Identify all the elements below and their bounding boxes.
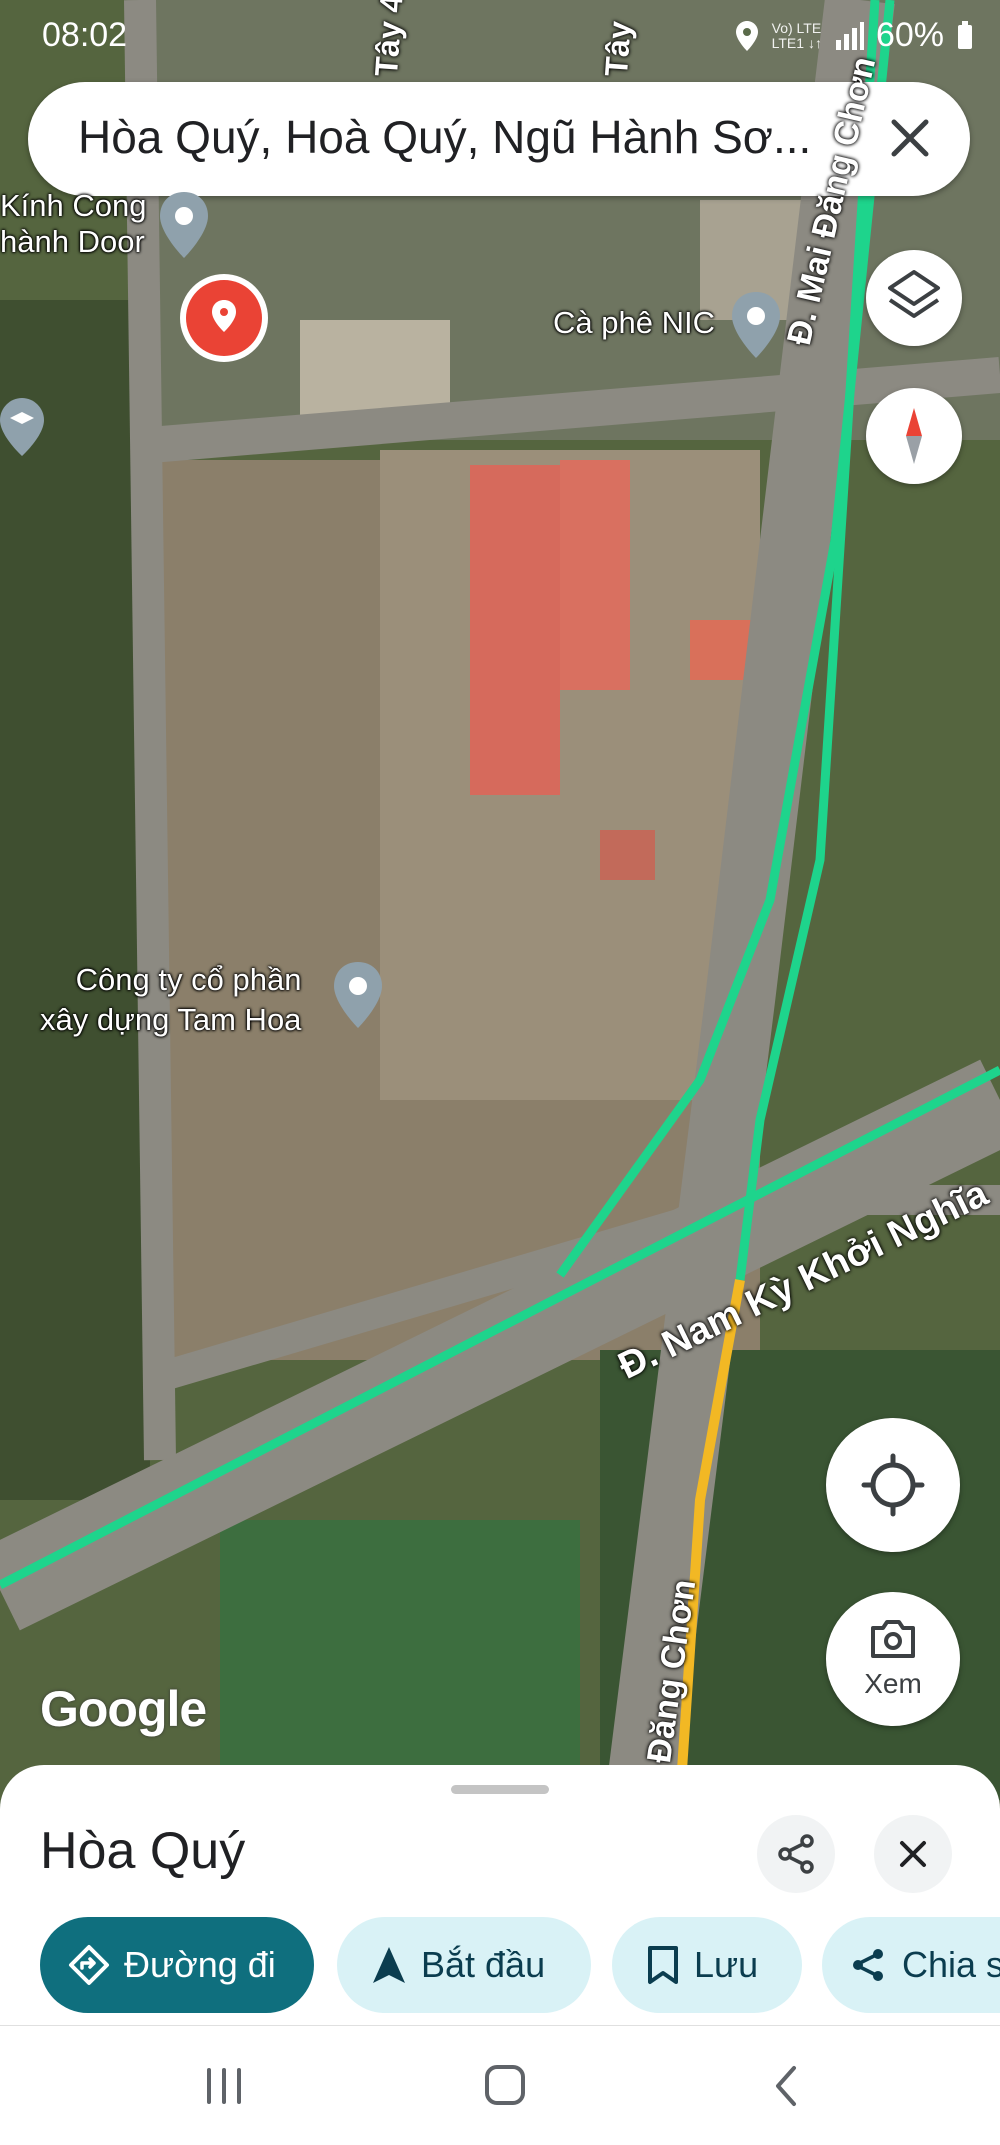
- close-icon: [900, 1841, 926, 1867]
- place-pin-icon[interactable]: [156, 190, 212, 260]
- home-icon[interactable]: [484, 2064, 526, 2106]
- directions-button[interactable]: Đường đi: [40, 1917, 314, 2013]
- directions-icon: [69, 1945, 109, 1985]
- share-label: Chia s: [902, 1944, 1000, 1985]
- status-time: 08:02: [42, 16, 128, 54]
- road-label-tay-2: Tây: [598, 19, 638, 78]
- start-button[interactable]: Bắt đầu: [337, 1917, 591, 2013]
- place-title: Hòa Quý: [40, 1822, 246, 1880]
- compass-button[interactable]: [866, 388, 962, 484]
- view-label: Xem: [864, 1668, 922, 1699]
- cafe-pin-icon[interactable]: [728, 290, 784, 360]
- my-location-button[interactable]: [826, 1418, 960, 1552]
- crosshair-icon: [861, 1453, 925, 1517]
- view-lens-button[interactable]: Xem: [826, 1592, 960, 1726]
- google-attribution: Google: [40, 1681, 207, 1737]
- place-label-tam-hoa[interactable]: Công ty cổ phần xây dựng Tam Hoa: [40, 960, 301, 1040]
- signal-icon: [835, 21, 864, 50]
- place-label-kinh-cong[interactable]: Kính Cong hành Door: [0, 188, 147, 260]
- school-pin-icon[interactable]: [0, 396, 52, 458]
- save-label: Lưu: [694, 1944, 759, 1985]
- start-label: Bắt đầu: [421, 1944, 546, 1985]
- share-chip-button[interactable]: Chia s: [822, 1917, 1000, 2013]
- road-label-tay-1: Tây 4: [368, 0, 410, 78]
- layers-icon: [888, 270, 940, 318]
- place-sheet[interactable]: Hòa Quý Đường đi Bắt đầu Lưu Chia s: [0, 1765, 1000, 2025]
- place-label-ca-phe-nic[interactable]: Cà phê NIC: [553, 305, 715, 341]
- compass-icon: [906, 408, 922, 464]
- share-icon: [853, 1949, 883, 1981]
- share-button[interactable]: [757, 1815, 835, 1893]
- close-icon[interactable]: [880, 108, 940, 168]
- network-indicator: Vo) LTE LTE1 ↓↑: [771, 19, 822, 51]
- sheet-drag-handle[interactable]: [451, 1785, 549, 1794]
- company-pin-icon[interactable]: [330, 960, 386, 1030]
- battery-icon: [958, 20, 972, 49]
- recent-apps-icon[interactable]: [203, 2066, 245, 2106]
- save-button[interactable]: Lưu: [612, 1917, 802, 2013]
- battery-percent: 60%: [875, 16, 944, 54]
- camera-icon: [871, 1620, 915, 1658]
- bookmark-icon: [648, 1946, 678, 1984]
- navigation-arrow-icon: [373, 1947, 405, 1983]
- close-sheet-button[interactable]: [874, 1815, 952, 1893]
- share-icon: [778, 1834, 814, 1874]
- layers-button[interactable]: [866, 250, 962, 346]
- directions-label: Đường đi: [124, 1944, 276, 1985]
- location-icon: [735, 20, 758, 51]
- system-nav-bar: [0, 2025, 1000, 2145]
- back-icon[interactable]: [770, 2064, 802, 2108]
- search-query[interactable]: Hòa Quý, Hoà Quý, Ngũ Hành Sơ...: [78, 110, 858, 164]
- selected-location-pin-icon[interactable]: [176, 270, 272, 366]
